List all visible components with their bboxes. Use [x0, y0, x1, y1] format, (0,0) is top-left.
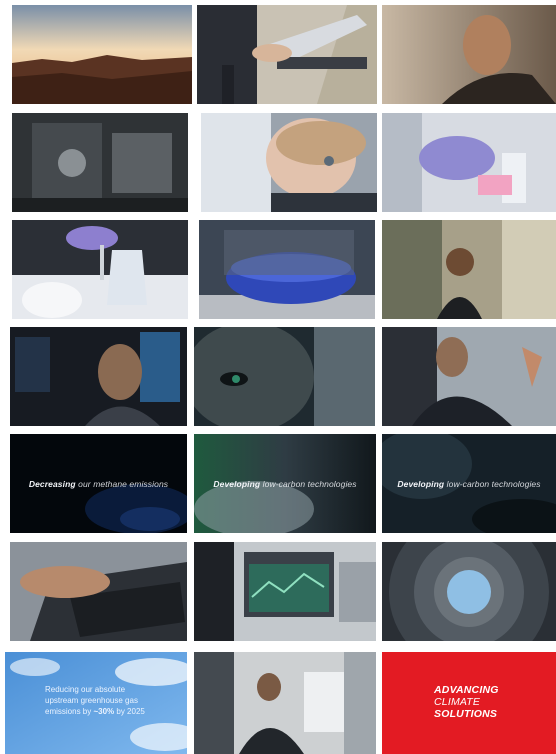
frame-pipette-flask	[12, 220, 188, 319]
frame-sky-reduction: Reducing our absolute upstream greenhous…	[5, 652, 187, 754]
lowcarbon-caption-a: Developing low-carbon technologies	[194, 479, 376, 489]
lowcarbon-caption-b-bold: Developing	[397, 478, 445, 489]
frame-lab-technician	[382, 220, 556, 319]
frame-eye-closeup	[194, 327, 375, 426]
emissions-target-text: Reducing our absolute upstream greenhous…	[45, 684, 165, 717]
emissions-line-3: emissions by ~30% by 2025	[45, 706, 165, 717]
frame-lab-worker	[194, 652, 376, 754]
brand-line-2: CLIMATE	[434, 696, 481, 708]
frame-canyon-sunset	[12, 5, 192, 104]
brand-line-3: SOLUTIONS	[434, 708, 498, 720]
frame-blue-beads	[199, 220, 375, 319]
frame-scientist-closeup	[201, 113, 377, 212]
emissions-line-2: upstream greenhouse gas	[45, 696, 138, 705]
methane-caption-bold: Decreasing	[28, 478, 76, 489]
methane-caption-rest: our methane emissions	[75, 478, 169, 489]
frame-methane-caption: Decreasing our methane emissions	[10, 434, 187, 533]
frame-woman-hologram	[382, 327, 556, 426]
frame-monitor-data	[194, 542, 376, 641]
frame-pipe-tunnel	[382, 542, 556, 641]
frame-laptop-hands	[197, 5, 377, 104]
frame-man-profile	[382, 5, 556, 104]
frame-lowcarbon-dark: Developing low-carbon technologies	[382, 434, 556, 533]
video-frame-grid: Decreasing our methane emissions Develop…	[0, 0, 556, 754]
lowcarbon-caption-b: Developing low-carbon technologies	[382, 479, 556, 489]
brand-line-1: ADVANCING	[434, 684, 499, 696]
emissions-line-3-pre: emissions by	[45, 707, 94, 716]
emissions-value: ~30%	[93, 707, 115, 716]
lowcarbon-caption-a-rest: low-carbon technologies	[260, 478, 357, 489]
lowcarbon-caption-a-bold: Developing	[213, 478, 261, 489]
lowcarbon-caption-b-rest: low-carbon technologies	[444, 478, 541, 489]
methane-caption: Decreasing our methane emissions	[10, 479, 187, 489]
frame-advancing-climate: ADVANCING CLIMATE SOLUTIONS	[382, 652, 556, 754]
frame-keyboard-typing	[10, 542, 187, 641]
frame-lowcarbon-eye: Developing low-carbon technologies	[194, 434, 376, 533]
emissions-line-1: Reducing our absolute	[45, 685, 126, 694]
frame-lab-equipment	[12, 113, 188, 212]
emissions-line-3-post: by 2025	[114, 707, 145, 716]
brand-tagline: ADVANCING CLIMATE SOLUTIONS	[434, 684, 499, 720]
frame-gloved-vial	[382, 113, 556, 212]
frame-operator-screens	[10, 327, 187, 426]
